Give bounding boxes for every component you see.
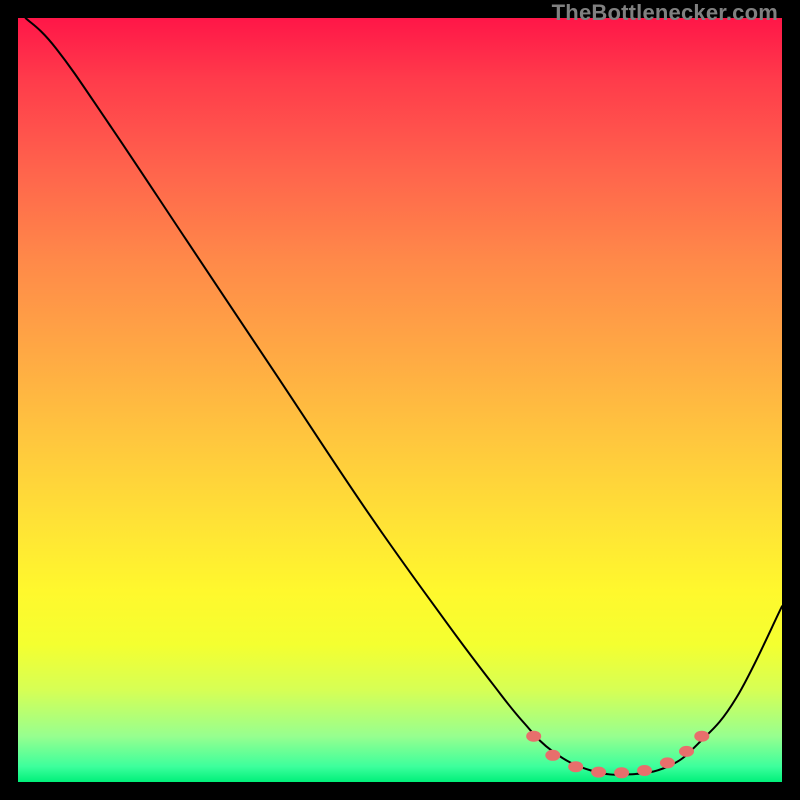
- chart-gradient-background: [18, 18, 782, 782]
- credit-watermark: TheBottlenecker.com: [552, 0, 778, 26]
- chart-frame: TheBottlenecker.com: [0, 0, 800, 800]
